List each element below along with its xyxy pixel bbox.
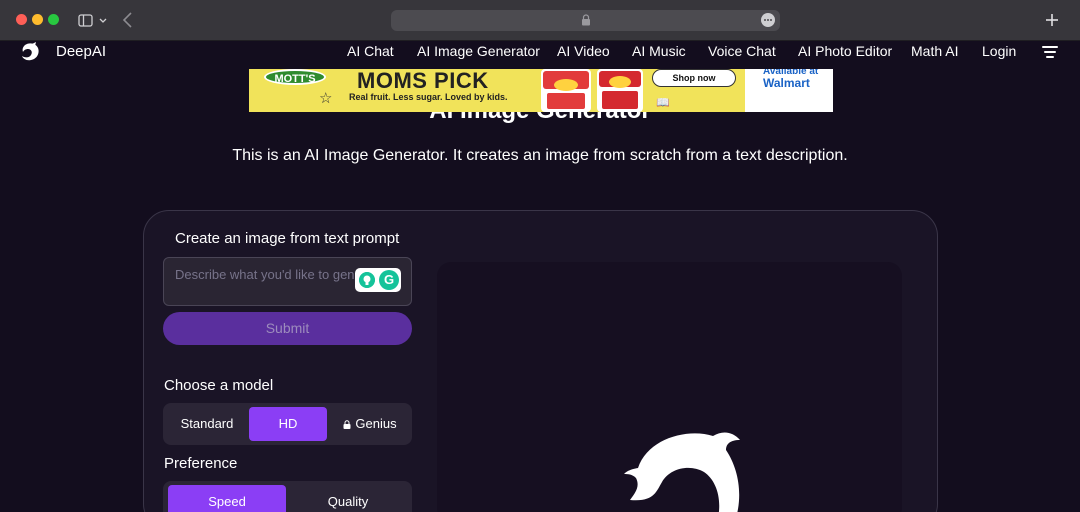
site-navigation: DeepAI AI Chat AI Image Generator AI Vid… [0,41,1080,63]
preference-selector: Speed Quality [163,481,412,512]
lock-icon [582,14,590,26]
plus-icon[interactable] [1044,12,1060,28]
menu-icon[interactable] [1042,46,1058,58]
star-icon: ☆ [319,90,333,107]
form-heading: Create an image from text prompt [175,230,400,247]
model-option-genius[interactable]: Genius [331,407,409,441]
book-icon: 📖 [656,97,670,109]
ad-retailer-name: Walmart [763,76,810,90]
minimize-window-button[interactable] [32,14,43,25]
ad-tagline: Real fruit. Less sugar. Loved by kids. [349,92,508,102]
preference-label: Preference [164,455,238,472]
prompt-input[interactable]: Describe what you'd like to generate G [163,257,412,306]
nav-link-ai-music[interactable]: AI Music [632,43,686,59]
model-option-hd[interactable]: HD [249,407,327,441]
preference-option-quality[interactable]: Quality [289,485,407,512]
nav-link-login[interactable]: Login [982,43,1016,59]
submit-button[interactable]: Submit [163,312,412,345]
model-label: Choose a model [164,377,274,394]
nav-link-math-ai[interactable]: Math AI [911,43,958,59]
nav-link-ai-video[interactable]: AI Video [557,43,610,59]
preference-option-speed[interactable]: Speed [168,485,286,512]
nav-link-ai-chat[interactable]: AI Chat [347,43,394,59]
deepai-logo-icon[interactable] [19,41,41,63]
nav-link-ai-photo-editor[interactable]: AI Photo Editor [798,43,892,59]
browser-toolbar [0,0,1080,41]
page-menu-icon[interactable] [761,13,775,27]
model-selector: Standard HD Genius [163,403,412,445]
model-option-standard[interactable]: Standard [167,407,247,441]
ad-headline: MOMS PICK [357,69,489,93]
ad-shop-now-button[interactable]: Shop now [652,69,736,87]
grammarly-widget[interactable]: G [355,268,401,292]
nav-link-voice-chat[interactable]: Voice Chat [708,43,776,59]
grammarly-icon: G [379,270,399,290]
brand-name[interactable]: DeepAI [56,43,106,60]
chevron-left-icon[interactable] [120,11,136,29]
dolphin-logo-icon [624,432,740,512]
lightbulb-icon [359,272,375,288]
address-bar[interactable] [391,10,780,31]
ad-banner[interactable]: MOTT'S ☆ MOMS PICK Real fruit. Less suga… [249,69,833,112]
close-window-button[interactable] [16,14,27,25]
zoom-window-button[interactable] [48,14,59,25]
ad-retailer-panel: Available at Walmart [745,69,833,112]
lock-icon [343,420,351,429]
page-description: This is an AI Image Generator. It create… [232,147,848,164]
prompt-placeholder: Describe what you'd like to generate [175,267,355,282]
sidebar-icon[interactable] [78,13,108,29]
model-option-genius-label: Genius [355,416,397,431]
ad-brand-logo: MOTT'S [264,69,326,85]
nav-link-ai-image-generator[interactable]: AI Image Generator [417,43,540,59]
ad-product-image [541,69,643,112]
